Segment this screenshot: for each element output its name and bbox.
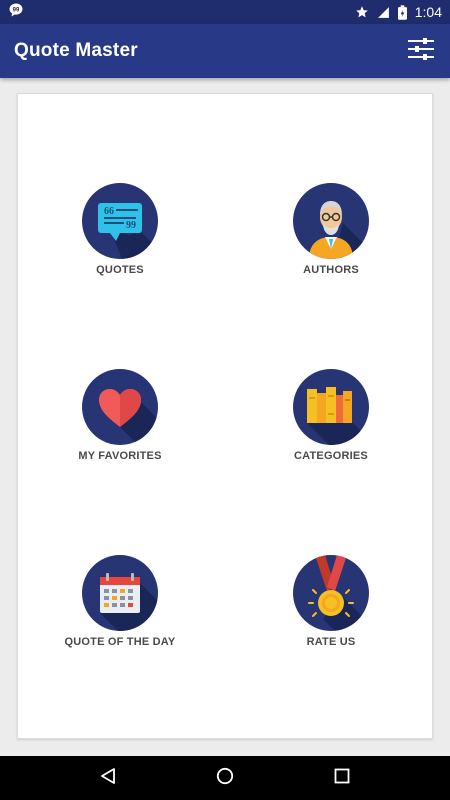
menu-item-favorites[interactable]: MY FAVORITES	[35, 369, 205, 462]
filter-button[interactable]	[406, 36, 436, 66]
menu-item-quote-of-the-day[interactable]: QUOTE OF THE DAY	[35, 555, 205, 648]
menu-item-rate-us[interactable]: RATE US	[246, 555, 416, 648]
speech-bubble-icon: 66 99	[82, 183, 158, 259]
navigation-bar	[0, 756, 450, 800]
menu-item-categories[interactable]: CATEGORIES	[246, 369, 416, 462]
menu-label: AUTHORS	[303, 264, 359, 276]
author-portrait-icon	[293, 183, 369, 259]
calendar-icon	[82, 555, 158, 631]
menu-label: QUOTES	[96, 264, 144, 276]
svg-text:99: 99	[13, 8, 20, 14]
home-button[interactable]	[205, 758, 245, 798]
back-button[interactable]	[88, 758, 128, 798]
menu-label: QUOTE OF THE DAY	[64, 636, 176, 648]
menu-card: 66 99 QUOTES AUTHORS MY FAVORITES CATEGO…	[17, 93, 433, 739]
app-bar: Quote Master	[0, 24, 450, 78]
menu-label: RATE US	[306, 636, 356, 648]
recents-icon	[334, 768, 350, 788]
svg-text:99: 99	[126, 220, 136, 231]
chat-notification-icon: 99	[8, 2, 24, 22]
app-title: Quote Master	[14, 40, 138, 61]
heart-icon	[82, 369, 158, 445]
medal-icon	[293, 555, 369, 631]
recents-button[interactable]	[322, 758, 362, 798]
back-icon	[99, 767, 117, 789]
filter-settings-icon	[408, 38, 434, 64]
home-icon	[216, 767, 234, 789]
svg-text:66: 66	[104, 206, 114, 217]
status-time: 1:04	[414, 4, 442, 20]
books-icon	[293, 369, 369, 445]
signal-icon	[377, 6, 390, 19]
menu-item-authors[interactable]: AUTHORS	[246, 183, 416, 276]
star-icon	[355, 5, 369, 19]
menu-item-quotes[interactable]: 66 99 QUOTES	[35, 183, 205, 276]
menu-label: MY FAVORITES	[78, 450, 162, 462]
menu-label: CATEGORIES	[294, 450, 368, 462]
status-bar: 99 1:04	[0, 0, 450, 24]
battery-icon	[397, 4, 407, 20]
